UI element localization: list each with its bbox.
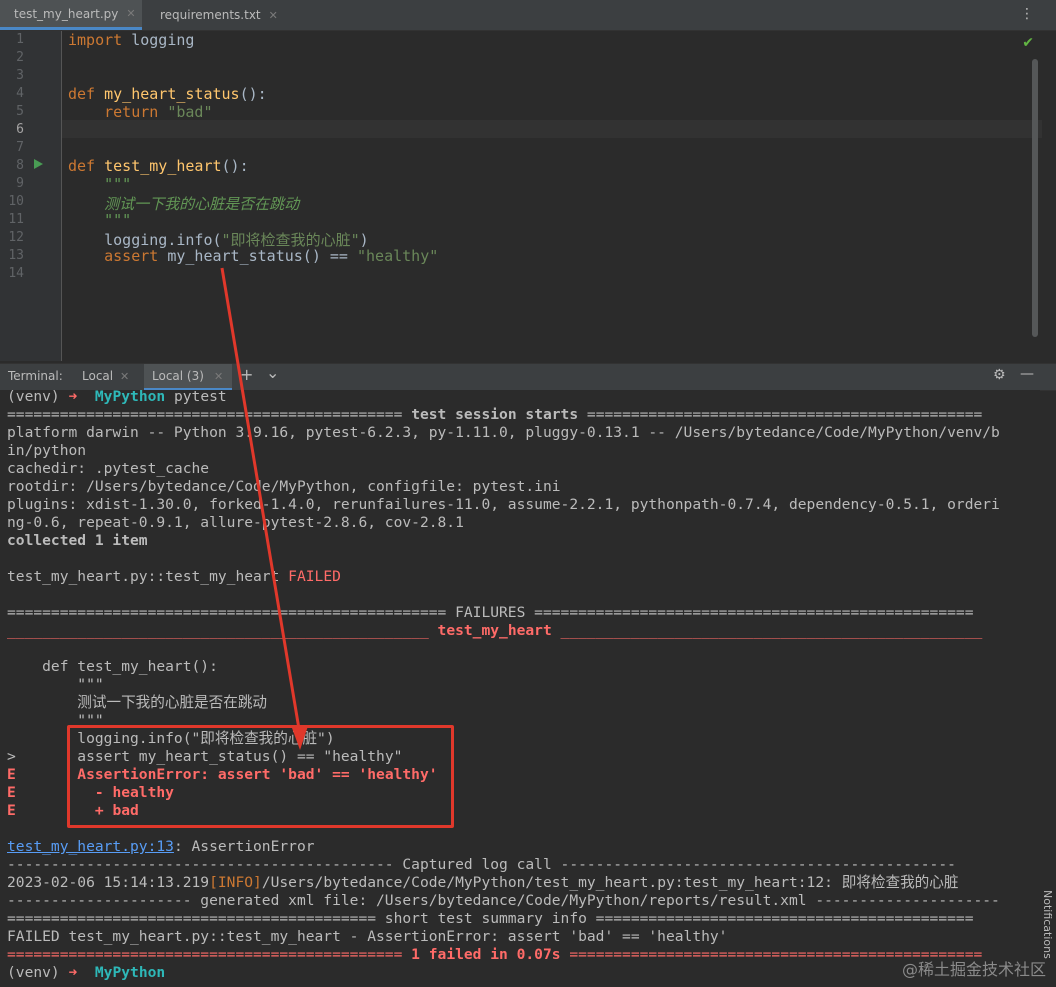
line-number: 11 <box>8 212 24 227</box>
line-number: 2 <box>16 50 24 65</box>
plugins-line-wrap: ng-0.6, repeat-0.9.1, allure-pytest-2.8.… <box>7 514 464 531</box>
collected-line: collected 1 item <box>7 532 148 549</box>
line-number: 10 <box>8 194 24 209</box>
code-line-8: def test_my_heart(): <box>68 157 249 175</box>
terminal-tab-local[interactable]: Local <box>82 369 113 383</box>
source-line: """ <box>7 676 104 693</box>
session-header: ========================================… <box>7 406 983 423</box>
terminal-label: Terminal: <box>8 369 63 383</box>
code-editor[interactable]: 1 2 3 4 5 6 8 7 9 10 11 12 13 14 import … <box>0 31 1056 361</box>
tab-label: test_my_heart.py <box>14 6 119 21</box>
captured-log-header: ----------------------------------------… <box>7 856 956 873</box>
xml-report-line: --------------------- generated xml file… <box>7 892 1000 909</box>
new-terminal-icon[interactable]: + <box>240 365 253 384</box>
terminal-tab-local-3[interactable]: Local (3) <box>152 369 204 383</box>
line-number: 12 <box>8 230 24 245</box>
code-line-4: def my_heart_status(): <box>68 85 267 103</box>
inspection-ok-icon[interactable]: ✔ <box>1022 35 1034 51</box>
line-number: 3 <box>16 68 24 83</box>
close-icon[interactable]: ✕ <box>214 370 223 383</box>
notifications-panel-toggle[interactable]: Notifications <box>1041 890 1054 959</box>
line-number: 4 <box>16 86 24 101</box>
prompt-line: (venv) ➜ MyPython pytest <box>7 388 227 405</box>
line-number: 13 <box>8 248 24 263</box>
annotation-highlight-box <box>67 725 454 828</box>
failure-test-header: ________________________________________… <box>7 622 983 639</box>
failures-header: ========================================… <box>7 604 974 621</box>
summary-failed-line: FAILED test_my_heart.py::test_my_heart -… <box>7 928 728 945</box>
chevron-down-icon[interactable]: ⌄ <box>266 363 279 382</box>
code-line-1: import logging <box>68 31 195 49</box>
line-number: 14 <box>8 266 24 281</box>
editor-scrollbar[interactable] <box>1032 59 1038 337</box>
error-location-link[interactable]: test_my_heart.py:13 <box>7 838 174 855</box>
watermark: @稀土掘金技术社区 <box>901 960 1046 979</box>
close-icon[interactable]: ✕ <box>269 9 278 22</box>
terminal-toolbar: Terminal: Local ✕ Local (3) ✕ + ⌄ ⚙ — <box>0 363 1056 391</box>
line-number: 5 <box>16 104 24 119</box>
summary-header: ========================================… <box>7 910 974 927</box>
code-line-5: return "bad" <box>104 103 213 121</box>
prompt-line: (venv) ➜ MyPython <box>7 964 166 981</box>
log-entry: 2023-02-06 15:14:13.219[INFO]/Users/byte… <box>7 874 959 891</box>
line-number: 9 <box>16 176 24 191</box>
line-number: 7 <box>16 140 24 155</box>
run-test-icon[interactable] <box>34 159 43 169</box>
close-icon[interactable]: ✕ <box>126 7 135 20</box>
line-number-gutter: 1 2 3 4 5 6 8 7 9 10 11 12 13 14 <box>0 31 62 361</box>
line-number: 6 <box>16 122 24 137</box>
error-location-line: test_my_heart.py:13: AssertionError <box>7 838 315 855</box>
result-line: test_my_heart.py::test_my_heart FAILED <box>7 568 341 585</box>
rootdir-line: rootdir: /Users/bytedance/Code/MyPython,… <box>7 478 561 495</box>
final-result-line: ========================================… <box>7 946 983 963</box>
more-options-icon[interactable]: ⋮ <box>1020 6 1034 22</box>
cachedir-line: cachedir: .pytest_cache <box>7 460 210 477</box>
terminal-output[interactable]: (venv) ➜ MyPython pytest ===============… <box>0 388 1040 987</box>
minimize-icon[interactable]: — <box>1020 366 1034 382</box>
close-icon[interactable]: ✕ <box>120 370 129 383</box>
gear-icon[interactable]: ⚙ <box>993 367 1006 383</box>
current-line-highlight <box>62 120 1042 138</box>
line-number: 1 <box>16 32 24 47</box>
tab-label: requirements.txt <box>160 8 261 22</box>
code-line-13: assert my_heart_status() == "healthy" <box>104 247 439 265</box>
platform-line: platform darwin -- Python 3.9.16, pytest… <box>7 424 1000 441</box>
editor-tab-bar: test_my_heart.py ✕ requirements.txt ✕ ⋮ <box>0 0 1056 31</box>
plugins-line: plugins: xdist-1.30.0, forked-1.4.0, rer… <box>7 496 1000 513</box>
platform-line-wrap: in/python <box>7 442 87 459</box>
source-line: def test_my_heart(): <box>7 658 218 675</box>
code-line-11: """ <box>104 211 132 229</box>
tab-requirements[interactable]: requirements.txt ✕ <box>146 0 280 30</box>
code-line-9: """ <box>104 175 132 193</box>
line-number: 8 <box>16 158 24 173</box>
source-line: 测试一下我的心脏是否在跳动 <box>7 694 268 711</box>
tab-test-my-heart[interactable]: test_my_heart.py ✕ <box>0 0 142 30</box>
